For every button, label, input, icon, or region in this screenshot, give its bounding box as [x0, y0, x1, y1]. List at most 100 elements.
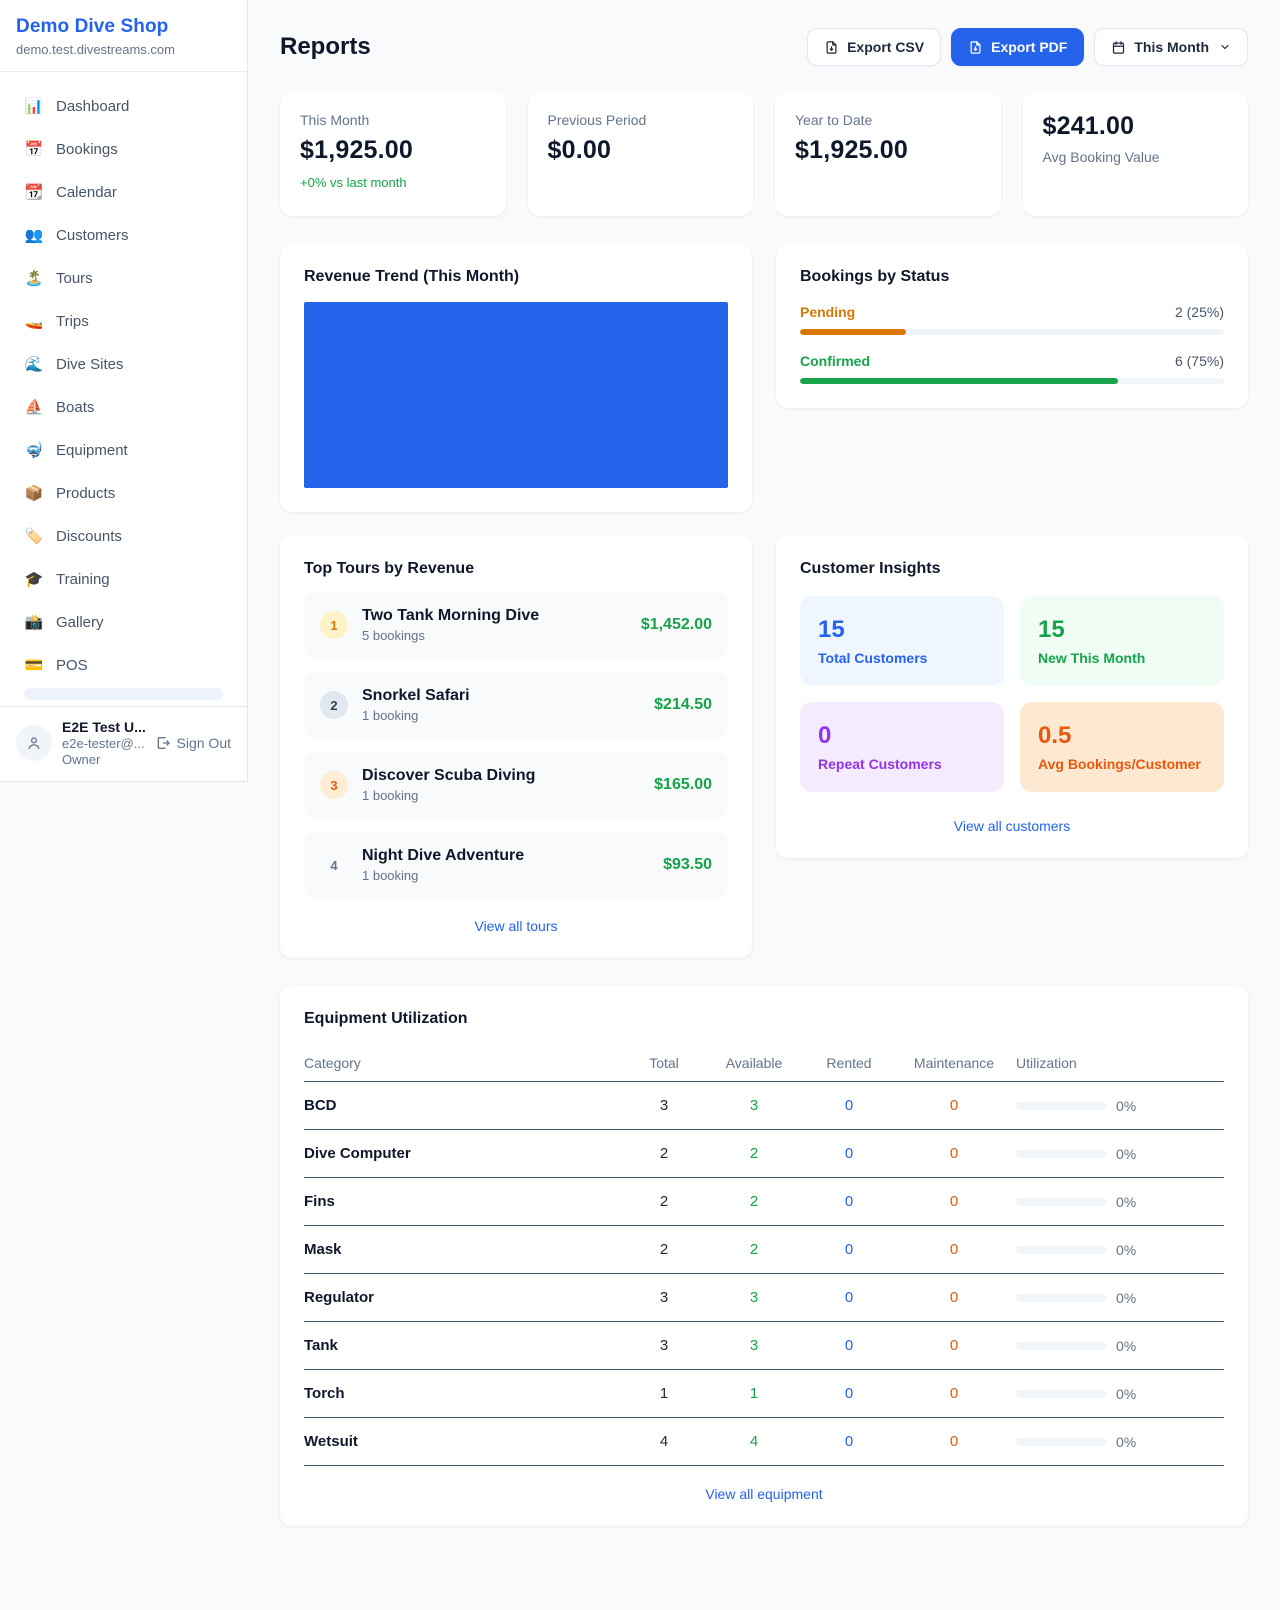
equipment-available: 2	[704, 1145, 804, 1162]
dive-sites-icon: 🌊	[24, 355, 44, 373]
table-row: Dive Computer 2 2 0 0 0%	[304, 1130, 1224, 1178]
equipment-utilization-title: Equipment Utilization	[304, 1010, 1224, 1028]
sidebar-item-label: Products	[56, 485, 115, 502]
revenue-trend-card: Revenue Trend (This Month)	[280, 244, 752, 512]
equipment-available: 3	[704, 1289, 804, 1306]
tile-total-customers: 15 Total Customers	[800, 596, 1004, 686]
equipment-category: Mask	[304, 1241, 624, 1258]
period-label: This Month	[1134, 39, 1209, 55]
sidebar: Demo Dive Shop demo.test.divestreams.com…	[0, 0, 248, 782]
status-label-pending: Pending	[800, 304, 855, 320]
sidebar-item-products[interactable]: 📦 Products	[12, 473, 235, 513]
user-email: e2e-tester@...	[62, 736, 145, 751]
sidebar-item-pos[interactable]: 💳POS	[12, 645, 235, 685]
sidebar-item-label: Trips	[56, 313, 89, 330]
sidebar-item-label: Dive Sites	[56, 356, 124, 373]
stat-card-this-month: This Month $1,925.00 +0% vs last month	[280, 92, 506, 216]
equipment-rented: 0	[804, 1337, 894, 1354]
sidebar-item-dashboard[interactable]: 📊 Dashboard	[12, 86, 235, 126]
utilization-percent: 0%	[1116, 1098, 1136, 1114]
rank-badge: 1	[320, 611, 348, 639]
status-value-confirmed: 6 (75%)	[1175, 353, 1224, 369]
sidebar-item-bookings[interactable]: 📅Bookings	[12, 129, 235, 169]
col-rented: Rented	[804, 1055, 894, 1071]
export-pdf-button[interactable]: Export PDF	[951, 28, 1084, 66]
progress-track	[800, 378, 1224, 384]
insight-tiles: 15 Total Customers 15 New This Month 0 R…	[800, 596, 1224, 792]
tile-value: 15	[818, 616, 986, 644]
sidebar-item-label: Tours	[56, 270, 93, 287]
sidebar-item-dive-sites[interactable]: 🌊 Dive Sites	[12, 344, 235, 384]
equipment-available: 3	[704, 1097, 804, 1114]
table-row: Tank 3 3 0 0 0%	[304, 1322, 1224, 1370]
sidebar-item-label: Calendar	[56, 184, 117, 201]
sidebar-item-gallery[interactable]: 📸Gallery	[12, 602, 235, 642]
col-maintenance: Maintenance	[894, 1055, 1014, 1071]
sidebar-item-label: Gallery	[56, 614, 104, 631]
stat-label: Previous Period	[548, 112, 734, 128]
customer-insights-card: Customer Insights 15 Total Customers 15 …	[776, 536, 1248, 858]
rank-badge: 4	[320, 851, 348, 879]
sidebar-item-discounts[interactable]: 🏷️Discounts	[12, 516, 235, 556]
tile-value: 15	[1038, 616, 1206, 644]
stat-card-avg-booking-value: $241.00 Avg Booking Value	[1023, 92, 1249, 216]
charts-row: Revenue Trend (This Month) Bookings by S…	[280, 244, 1248, 958]
sign-out-icon	[155, 735, 171, 751]
tile-repeat-customers: 0 Repeat Customers	[800, 702, 1004, 792]
shop-domain: demo.test.divestreams.com	[16, 42, 231, 57]
sidebar-item-tours[interactable]: 🏝️Tours	[12, 258, 235, 298]
sign-out-button[interactable]: Sign Out	[155, 735, 231, 751]
sidebar-item-boats[interactable]: ⛵Boats	[12, 387, 235, 427]
equipment-maintenance: 0	[894, 1193, 1014, 1210]
utilization-bar	[1016, 1342, 1106, 1350]
main-content: Reports Export CSV Export PDF This Month	[248, 0, 1280, 1566]
tile-value: 0.5	[1038, 722, 1206, 750]
table-row: Fins 2 2 0 0 0%	[304, 1178, 1224, 1226]
sidebar-item-trips[interactable]: 🚤Trips	[12, 301, 235, 341]
equipment-rented: 0	[804, 1433, 894, 1450]
tour-amount: $1,452.00	[641, 616, 712, 634]
sidebar-item-label: Boats	[56, 399, 94, 416]
bookings-icon: 📅	[24, 140, 44, 158]
stat-delta: +0% vs last month	[300, 175, 486, 190]
tile-label: Avg Bookings/Customer	[1038, 756, 1206, 772]
view-all-customers-link[interactable]: View all customers	[800, 818, 1224, 834]
col-available: Available	[704, 1055, 804, 1071]
file-download-icon	[824, 40, 839, 55]
customer-insights-title: Customer Insights	[800, 560, 1224, 578]
dashboard-icon: 📊	[24, 97, 44, 115]
export-csv-button[interactable]: Export CSV	[807, 28, 941, 66]
tour-bookings: 1 booking	[362, 708, 640, 723]
equipment-total: 1	[624, 1385, 704, 1402]
view-all-tours-link[interactable]: View all tours	[304, 918, 728, 934]
tour-row: 3 Discover Scuba Diving1 booking $165.00	[304, 752, 728, 818]
equipment-rented: 0	[804, 1385, 894, 1402]
equipment-rented: 0	[804, 1289, 894, 1306]
view-all-equipment-link[interactable]: View all equipment	[304, 1486, 1224, 1502]
sidebar-item-training[interactable]: 🎓Training	[12, 559, 235, 599]
equipment-total: 2	[624, 1145, 704, 1162]
page-header: Reports Export CSV Export PDF This Month	[280, 28, 1248, 66]
stat-label: This Month	[300, 112, 486, 128]
utilization-bar	[1016, 1198, 1106, 1206]
equipment-rented: 0	[804, 1241, 894, 1258]
products-icon: 📦	[24, 484, 44, 502]
top-tours-card: Top Tours by Revenue 1 Two Tank Morning …	[280, 536, 752, 958]
tour-name: Two Tank Morning Dive	[362, 607, 627, 625]
equipment-total: 3	[624, 1337, 704, 1354]
equipment-available: 2	[704, 1241, 804, 1258]
avatar	[16, 725, 52, 761]
sidebar-item-customers[interactable]: 👥Customers	[12, 215, 235, 255]
sidebar-item-reports-partial[interactable]	[24, 688, 223, 700]
utilization-percent: 0%	[1116, 1146, 1136, 1162]
equipment-total: 2	[624, 1241, 704, 1258]
user-info: E2E Test U... e2e-tester@... Owner	[62, 719, 145, 767]
pos-icon: 💳	[24, 656, 44, 674]
sidebar-item-calendar[interactable]: 📆Calendar	[12, 172, 235, 212]
period-dropdown[interactable]: This Month	[1094, 28, 1248, 66]
stat-label: Year to Date	[795, 112, 981, 128]
sidebar-item-label: Dashboard	[56, 98, 129, 115]
header-actions: Export CSV Export PDF This Month	[807, 28, 1248, 66]
tour-name: Discover Scuba Diving	[362, 767, 640, 785]
sidebar-item-equipment[interactable]: 🤿Equipment	[12, 430, 235, 470]
